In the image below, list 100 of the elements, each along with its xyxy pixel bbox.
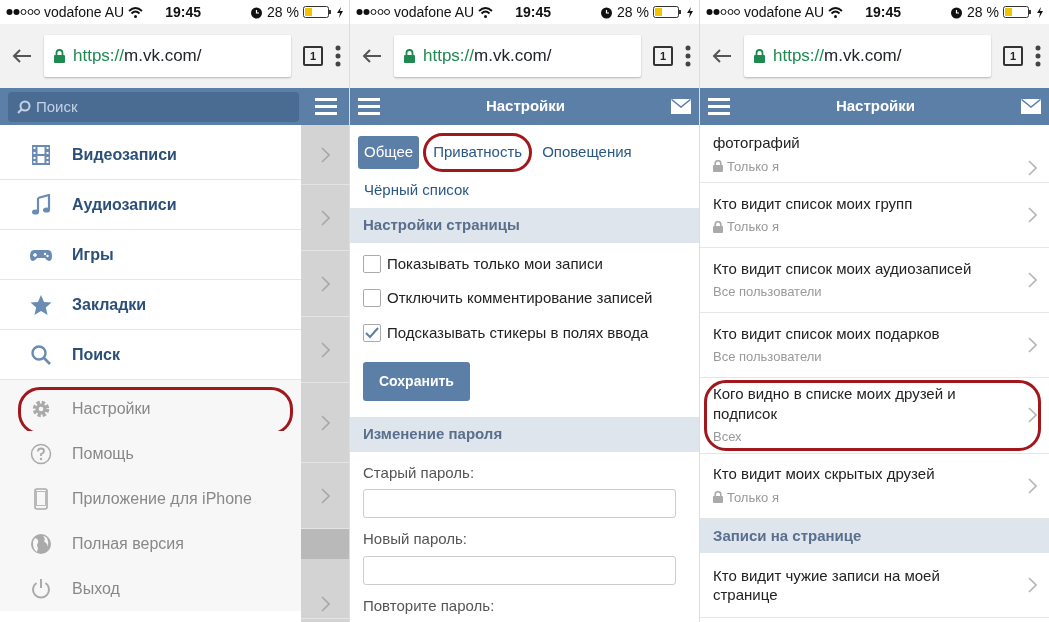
signal-icon — [356, 8, 390, 16]
search-icon — [17, 99, 31, 114]
settings-row[interactable]: Кто видит чужие записи на моей странице — [700, 553, 1049, 618]
chevron-icon — [320, 209, 330, 226]
setting-title: Кто видит чужие записи на моей странице — [713, 565, 941, 605]
mail-icon[interactable] — [1021, 99, 1041, 114]
tab-count-button[interactable]: 1 — [303, 46, 323, 66]
menu-item[interactable]: Аудиозаписи — [0, 180, 301, 230]
more-options-icon[interactable] — [335, 45, 341, 67]
menu-item[interactable]: Закладки — [0, 280, 301, 330]
address-field[interactable]: https://m.vk.com/ — [394, 35, 641, 77]
menu-icon[interactable] — [315, 98, 337, 115]
battery-percent: 28 % — [267, 2, 299, 22]
battery-percent: 28 % — [617, 2, 649, 22]
page-title: Настройки — [834, 96, 917, 117]
checkbox[interactable] — [363, 254, 381, 273]
address-field[interactable]: https://m.vk.com/ — [744, 35, 991, 77]
power-icon — [30, 577, 52, 600]
battery-icon — [1003, 6, 1033, 18]
checkmark-icon — [365, 326, 379, 339]
setting-title: Кто видит список моих групп — [713, 193, 914, 213]
checkbox-label: Подсказывать стикеры в полях ввода — [387, 322, 649, 343]
setting-title: Кто видит список моих подарков — [713, 323, 941, 343]
lock-icon — [713, 220, 723, 233]
setting-value: Всех — [713, 428, 743, 446]
chevron-icon — [320, 146, 330, 163]
chevron-icon — [1028, 407, 1037, 424]
search-field[interactable]: Поиск — [8, 91, 299, 122]
tab[interactable]: Общее — [358, 136, 420, 169]
chevron-icon — [1028, 160, 1037, 176]
field-label: Старый пароль: — [362, 462, 476, 483]
chevron-icon — [1028, 477, 1037, 494]
chevron-icon — [320, 596, 330, 612]
clock-time: 19:45 — [515, 2, 551, 22]
charging-icon — [337, 6, 343, 18]
setting-title: Кто видит список моих аудиозаписей — [713, 258, 973, 278]
tab[interactable]: Чёрный список — [358, 173, 475, 206]
star-icon — [30, 293, 52, 316]
lock-icon — [754, 49, 765, 63]
alarm-icon — [950, 5, 964, 19]
page-title: Настройки — [484, 96, 567, 117]
menu-icon[interactable] — [358, 98, 380, 115]
more-options-icon[interactable] — [1035, 45, 1041, 67]
charging-icon — [687, 6, 693, 18]
search-icon — [30, 343, 52, 366]
alarm-icon — [250, 5, 264, 19]
lock-icon — [54, 49, 65, 63]
chevron-icon — [1028, 272, 1037, 288]
password-field[interactable] — [363, 489, 676, 518]
back-arrow-icon[interactable] — [12, 48, 32, 64]
back-arrow-icon[interactable] — [362, 48, 382, 64]
tab-count-button[interactable]: 1 — [1003, 46, 1023, 66]
wifi-icon — [128, 6, 144, 18]
clock-time: 19:45 — [165, 2, 201, 22]
field-label: Повторите пароль: — [362, 595, 496, 616]
question-icon — [30, 442, 52, 465]
signal-icon — [706, 8, 740, 16]
settings-row[interactable]: Кто видит список моих подарков Все пользователи — [700, 313, 1049, 378]
wifi-icon — [828, 6, 844, 18]
save-button[interactable]: Сохранить — [363, 362, 470, 401]
tab[interactable]: Приватность — [423, 133, 533, 172]
chevron-icon — [1028, 577, 1037, 593]
settings-row[interactable]: Кого видно в списке моих друзей и подписок Всех — [700, 378, 1049, 454]
setting-title: Кто видит моих скрытых друзей — [713, 464, 936, 484]
alarm-icon — [600, 5, 614, 19]
lock-icon — [404, 49, 415, 63]
address-field[interactable]: https://m.vk.com/ — [44, 35, 291, 77]
setting-value: Только я — [713, 487, 998, 507]
settings-row[interactable]: Кто видит список моих групп Только я — [700, 183, 1049, 248]
checkbox[interactable] — [363, 323, 381, 342]
checkbox[interactable] — [363, 289, 381, 308]
settings-row[interactable]: Кто видит список моих аудиозаписей Все пользователи — [700, 248, 1049, 313]
chevron-icon — [1028, 207, 1037, 223]
battery-percent: 28 % — [967, 2, 999, 22]
back-arrow-icon[interactable] — [712, 48, 732, 64]
setting-value: Только я — [713, 156, 998, 176]
menu-item[interactable]: Игры — [0, 230, 301, 280]
setting-title: фотографий — [713, 133, 801, 153]
film-icon — [30, 143, 52, 166]
more-options-icon[interactable] — [685, 45, 691, 67]
settings-row[interactable]: фотографий Только я — [700, 125, 1049, 183]
settings-row[interactable]: Кто видит моих скрытых друзей Только я — [700, 453, 1049, 519]
chevron-icon — [320, 414, 330, 431]
lock-icon — [713, 160, 723, 173]
charging-icon — [1037, 6, 1043, 18]
checkbox-label: Показывать только мои записи — [387, 253, 603, 274]
chevron-icon — [320, 487, 330, 504]
section-header: Изменение пароля — [350, 417, 699, 452]
music-note-icon — [30, 193, 52, 216]
menu-icon[interactable] — [708, 98, 730, 115]
clock-time: 19:45 — [865, 2, 901, 22]
password-field[interactable] — [363, 555, 676, 585]
chevron-icon — [320, 275, 330, 292]
setting-value: Только я — [713, 217, 998, 237]
tab-count-button[interactable]: 1 — [653, 46, 673, 66]
wifi-icon — [478, 6, 494, 18]
mail-icon[interactable] — [671, 99, 691, 114]
setting-value: Все пользователи — [713, 283, 823, 301]
menu-item[interactable]: Видеозаписи — [0, 130, 301, 180]
tab[interactable]: Оповещения — [536, 136, 638, 169]
